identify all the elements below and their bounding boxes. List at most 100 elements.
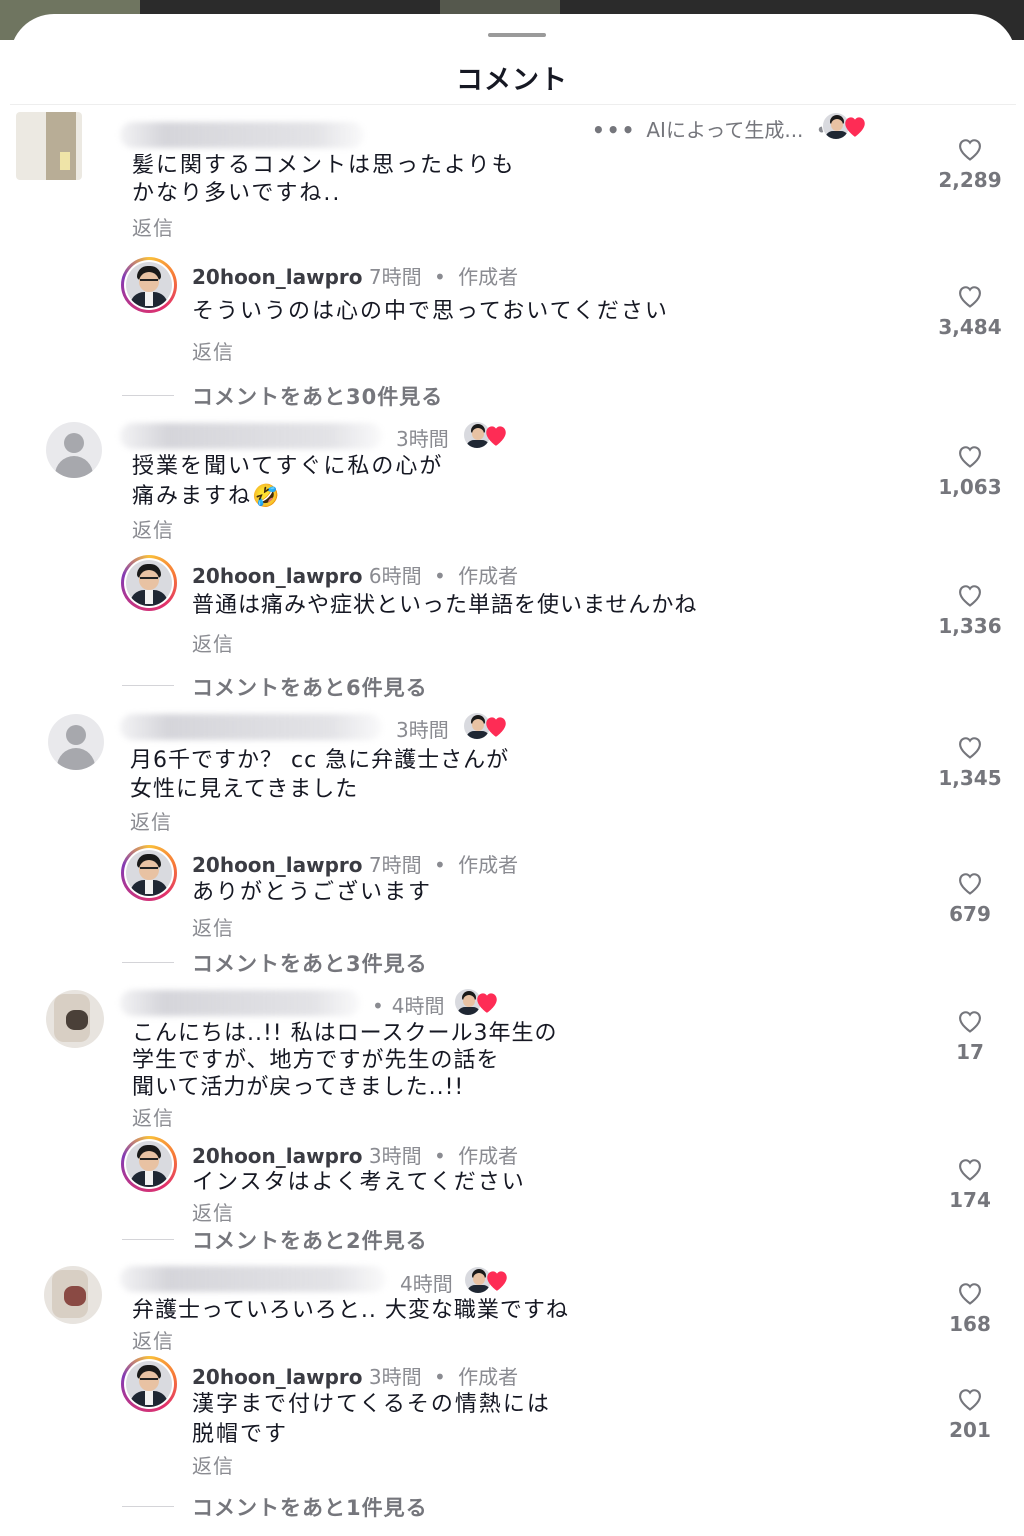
dot-separator: • <box>434 853 446 877</box>
like-button[interactable]: 1,345 <box>930 734 1010 790</box>
creator-liked-icon <box>464 1266 512 1294</box>
blurred-username <box>120 714 382 740</box>
reply-username[interactable]: 20hoon_lawpro <box>192 1144 363 1168</box>
like-button[interactable]: 679 <box>930 870 1010 926</box>
like-button[interactable]: 2,289 <box>930 136 1010 192</box>
author-tag: 作成者 <box>458 265 519 289</box>
comment-text: 月6千ですか？ cc 急に弁護士さんが 女性に見えてきました <box>130 748 510 802</box>
title-divider <box>10 104 1016 105</box>
like-button[interactable]: 168 <box>930 1280 1010 1336</box>
red-heart-icon <box>477 993 497 1013</box>
default-user-avatar-icon[interactable] <box>46 422 102 478</box>
view-more-replies-button[interactable]: コメントをあと2件見る <box>192 1225 428 1255</box>
reply-username[interactable]: 20hoon_lawpro <box>192 1365 363 1389</box>
like-button[interactable]: 174 <box>930 1156 1010 1212</box>
dot-separator: • <box>434 564 446 588</box>
heart-outline-icon <box>959 139 981 161</box>
dot-separator: • <box>434 265 446 289</box>
like-count: 201 <box>949 1418 991 1442</box>
creator-avatar[interactable] <box>121 1136 177 1192</box>
comment-text: 髪に関するコメントは思ったよりも かなり多いですね.. <box>132 153 516 206</box>
reply-button[interactable]: 返信 <box>192 1450 234 1479</box>
reply-meta: 20hoon_lawpro 7時間 • 作成者 <box>192 849 518 878</box>
red-heart-icon <box>487 1271 507 1291</box>
blurred-username <box>120 990 360 1016</box>
reply-button[interactable]: 返信 <box>132 212 174 241</box>
comment-time: 4時間 <box>400 1272 453 1296</box>
heart-outline-icon <box>959 585 981 607</box>
heart-outline-icon <box>959 446 981 468</box>
like-count: 1,336 <box>938 614 1002 638</box>
comment-time-value: 4時間 <box>391 994 445 1018</box>
reply-button[interactable]: 返信 <box>132 514 174 543</box>
user-avatar[interactable] <box>44 1266 102 1324</box>
view-more-divider <box>122 1239 174 1240</box>
reply-text: ありがとうございます <box>192 880 433 905</box>
reply-time: 7時間 <box>368 853 422 877</box>
like-count: 17 <box>956 1040 984 1064</box>
author-tag: 作成者 <box>458 853 519 877</box>
author-tag: 作成者 <box>458 1365 519 1389</box>
reply-text: そういうのは心の中で思っておいてください <box>192 299 669 324</box>
view-more-divider <box>122 962 174 963</box>
blurred-username <box>120 1266 386 1292</box>
reply-button[interactable]: 返信 <box>132 1102 174 1131</box>
reply-meta: 20hoon_lawpro 7時間 • 作成者 <box>192 261 518 290</box>
like-button[interactable]: 1,063 <box>930 443 1010 499</box>
creator-avatar[interactable] <box>121 257 177 313</box>
like-count: 1,063 <box>938 475 1002 499</box>
reply-time: 7時間 <box>368 265 422 289</box>
like-button[interactable]: 1,336 <box>930 582 1010 638</box>
creator-liked-icon <box>463 421 511 449</box>
creator-avatar[interactable] <box>121 555 177 611</box>
red-heart-icon <box>845 117 865 137</box>
like-button[interactable]: 17 <box>930 1008 1010 1064</box>
ai-generated-text: AIによって生成... <box>646 118 804 142</box>
like-button[interactable]: 201 <box>930 1386 1010 1442</box>
reply-button[interactable]: 返信 <box>130 806 172 835</box>
view-more-replies-button[interactable]: コメントをあと30件見る <box>192 381 443 411</box>
dot-separator: • <box>434 1365 446 1389</box>
reply-text: 普通は痛みや症状といった単語を使いませんかね <box>192 593 698 618</box>
like-count: 168 <box>949 1312 991 1336</box>
creator-avatar[interactable] <box>121 845 177 901</box>
reply-meta: 20hoon_lawpro 3時間 • 作成者 <box>192 1140 518 1169</box>
reply-button[interactable]: 返信 <box>192 336 234 365</box>
like-count: 3,484 <box>938 315 1002 339</box>
creator-avatar[interactable] <box>121 1356 177 1412</box>
red-heart-icon <box>486 717 506 737</box>
like-count: 174 <box>949 1188 991 1212</box>
reply-text: 漢字まで付けてくるその情熱には 脱帽です <box>192 1392 551 1447</box>
reply-username[interactable]: 20hoon_lawpro <box>192 853 363 877</box>
like-button[interactable]: 3,484 <box>930 283 1010 339</box>
ai-generated-label[interactable]: •••AIによって生成... • <box>592 114 834 143</box>
sheet-drag-handle[interactable] <box>488 33 546 37</box>
dot-separator: • <box>434 1144 446 1168</box>
author-tag: 作成者 <box>458 1144 519 1168</box>
reply-username[interactable]: 20hoon_lawpro <box>192 265 363 289</box>
comment-time: 3時間 <box>396 427 449 451</box>
user-avatar[interactable] <box>16 112 82 180</box>
default-user-avatar-icon[interactable] <box>48 714 104 770</box>
view-more-replies-button[interactable]: コメントをあと3件見る <box>192 948 428 978</box>
heart-outline-icon <box>959 737 981 759</box>
reply-button[interactable]: 返信 <box>192 628 234 657</box>
comment-text: 弁護士っていろいろと.. 大変な職業ですね <box>132 1298 569 1323</box>
reply-button[interactable]: 返信 <box>192 912 234 941</box>
like-count: 1,345 <box>938 766 1002 790</box>
reply-button[interactable]: 返信 <box>132 1325 174 1354</box>
user-avatar[interactable] <box>46 990 104 1048</box>
reply-button[interactable]: 返信 <box>192 1197 234 1226</box>
heart-outline-icon <box>959 873 981 895</box>
heart-outline-icon <box>959 1389 981 1411</box>
view-more-replies-button[interactable]: コメントをあと6件見る <box>192 672 428 702</box>
creator-liked-icon <box>463 712 511 740</box>
comment-time: 3時間 <box>396 718 449 742</box>
dot-separator: • <box>372 994 384 1018</box>
reply-time: 6時間 <box>368 564 422 588</box>
heart-outline-icon <box>959 1159 981 1181</box>
view-more-replies-button[interactable]: コメントをあと1件見る <box>192 1492 428 1522</box>
reply-time: 3時間 <box>368 1144 422 1168</box>
more-options-icon[interactable]: ••• <box>592 118 636 142</box>
reply-username[interactable]: 20hoon_lawpro <box>192 564 363 588</box>
